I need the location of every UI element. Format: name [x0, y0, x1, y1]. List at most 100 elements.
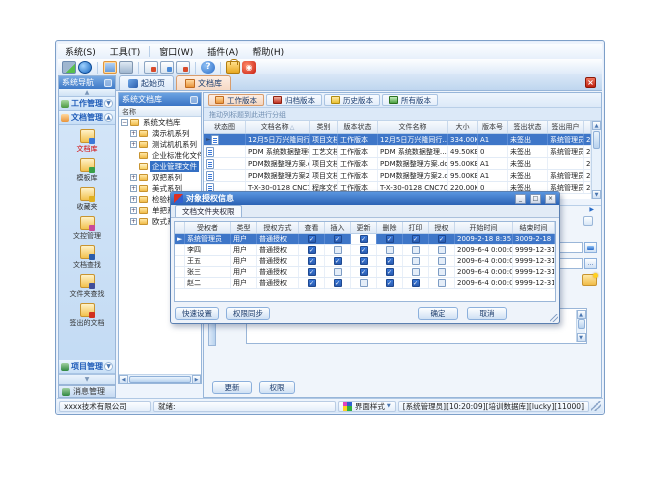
tree-item-1[interactable]: +演示机系列 — [119, 128, 201, 139]
permission-cell[interactable]: ✓ — [299, 278, 325, 288]
lock-icon[interactable] — [226, 61, 240, 74]
permission-cell[interactable]: ✓ — [377, 256, 403, 266]
permission-cell[interactable] — [351, 278, 377, 288]
dialog-column-7[interactable]: 删除 — [377, 222, 403, 233]
expander-icon[interactable]: + — [130, 185, 137, 192]
quick-setup-button[interactable]: 快速设置 — [175, 307, 219, 320]
permission-cell[interactable] — [429, 256, 455, 266]
expander-icon[interactable]: + — [130, 130, 137, 137]
column-header-1[interactable]: 文档名称△ — [246, 121, 310, 133]
pin-icon[interactable] — [104, 79, 112, 87]
dialog-column-10[interactable]: 开始时间 — [455, 222, 513, 233]
menu-item-4[interactable]: 帮助(H) — [245, 44, 291, 59]
sidebar-group-2[interactable]: 项目管理▼ — [59, 360, 115, 374]
scroll-thumb[interactable] — [129, 376, 191, 383]
tree-column-header[interactable]: 名称 — [119, 106, 201, 117]
column-header-0[interactable]: 状态图 — [204, 121, 246, 133]
version-tab-1[interactable]: 归档版本 — [266, 94, 322, 106]
ui-style-selector[interactable]: 界面样式 ▼ — [338, 401, 396, 412]
menu-item-3[interactable]: 插件(A) — [200, 44, 245, 59]
permission-cell[interactable] — [429, 267, 455, 277]
tab-folder-permissions[interactable]: 文档文件夹权限 — [175, 205, 242, 217]
expander-icon[interactable]: + — [130, 207, 137, 214]
scroll-down-icon[interactable]: ▼ — [592, 190, 601, 199]
checkbox-checked[interactable]: ✓ — [438, 235, 446, 243]
dialog-column-5[interactable]: 插入 — [325, 222, 351, 233]
sidebar-group-0[interactable]: 工作管理▼ — [59, 97, 115, 111]
expander-icon[interactable]: + — [130, 196, 137, 203]
version-tab-0[interactable]: 工作版本 — [208, 94, 264, 106]
checkbox-checked[interactable]: ✓ — [360, 246, 368, 254]
expander-icon[interactable]: + — [130, 141, 137, 148]
dialog-column-9[interactable]: 授权 — [429, 222, 455, 233]
sidebar-item-6[interactable]: 签出的文档 — [59, 301, 115, 330]
expander-icon[interactable]: − — [121, 119, 128, 126]
help-icon[interactable]: ? — [201, 61, 215, 74]
column-header-7[interactable]: 签出状态 — [508, 121, 548, 133]
checkbox-unchecked[interactable] — [438, 279, 446, 287]
permission-cell[interactable] — [403, 256, 429, 266]
ellipsis-button[interactable]: … — [584, 258, 597, 269]
checkbox-checked[interactable]: ✓ — [334, 279, 342, 287]
permission-cell[interactable]: ✓ — [299, 256, 325, 266]
exit-icon[interactable]: ◉ — [242, 61, 256, 74]
column-header-2[interactable]: 类别 — [310, 121, 338, 133]
permission-cell[interactable]: ✓ — [299, 234, 325, 244]
checkbox-checked[interactable]: ✓ — [360, 268, 368, 276]
dialog-column-8[interactable]: 打印 — [403, 222, 429, 233]
checkbox-checked[interactable]: ✓ — [386, 279, 394, 287]
mail-new-icon[interactable] — [144, 61, 158, 74]
checkbox-unchecked[interactable] — [412, 257, 420, 265]
scroll-thumb[interactable] — [593, 131, 600, 149]
sidebar-item-messages[interactable]: 消息管理 — [58, 385, 116, 398]
checkbox-checked[interactable]: ✓ — [308, 246, 316, 254]
checkbox-checked[interactable]: ✓ — [360, 257, 368, 265]
checkbox-unchecked[interactable] — [334, 246, 342, 254]
mail-open-icon[interactable] — [160, 61, 174, 74]
column-header-4[interactable]: 文件名称 — [378, 121, 448, 133]
checkbox-unchecked[interactable] — [386, 246, 394, 254]
dialog-column-3[interactable]: 授权方式 — [257, 222, 299, 233]
maximize-icon[interactable]: □ — [530, 194, 541, 204]
dialog-resize-grip[interactable] — [550, 314, 558, 322]
globe-icon[interactable] — [78, 61, 92, 74]
sidebar-item-0[interactable]: 文档库 — [59, 127, 115, 156]
checkbox-checked[interactable]: ✓ — [412, 279, 420, 287]
table-row[interactable]: ►12月5日万兴隆同行…项目文档工作版本12月5日万兴隆同行…334.00KBA… — [204, 134, 591, 146]
checkbox-checked[interactable]: ✓ — [360, 235, 368, 243]
tree-item-2[interactable]: +测试机机系列 — [119, 139, 201, 150]
permission-cell[interactable]: ✓ — [403, 278, 429, 288]
tree-item-0[interactable]: −系统文档库 — [119, 117, 201, 128]
permission-cell[interactable]: ✓ — [351, 234, 377, 244]
permission-cell[interactable]: ✓ — [403, 234, 429, 244]
permission-cell[interactable]: ✓ — [377, 234, 403, 244]
checkbox-unchecked[interactable] — [438, 268, 446, 276]
folder-icon[interactable] — [119, 61, 133, 74]
column-header-3[interactable]: 版本状态 — [338, 121, 378, 133]
scroll-left-icon[interactable]: ◀ — [119, 375, 128, 384]
minimize-icon[interactable]: _ — [515, 194, 526, 204]
column-header-9[interactable] — [584, 121, 591, 133]
scroll-thumb[interactable] — [578, 319, 585, 329]
column-header-8[interactable]: 签出用户 — [548, 121, 584, 133]
tab-doc-library[interactable]: 文档库 — [176, 75, 231, 90]
permission-cell[interactable]: ✓ — [377, 278, 403, 288]
checkbox-unchecked[interactable] — [360, 279, 368, 287]
checkbox-checked[interactable]: ✓ — [308, 257, 316, 265]
table-row[interactable]: PDM数据整理方案.doc项目文档工作版本PDM数据整理方案.doc95.00K… — [204, 158, 591, 170]
dialog-column-2[interactable]: 类型 — [231, 222, 257, 233]
tree-item-3[interactable]: 企业标准化文件 — [119, 150, 201, 161]
dialog-column-1[interactable]: 受权者 — [185, 222, 231, 233]
permission-cell[interactable] — [325, 245, 351, 255]
permission-cell[interactable] — [429, 245, 455, 255]
detail-panel-icon[interactable] — [583, 216, 593, 226]
checkbox-checked[interactable]: ✓ — [308, 268, 316, 276]
checkbox-unchecked[interactable] — [438, 246, 446, 254]
expander-icon[interactable]: + — [130, 174, 137, 181]
sidebar-item-2[interactable]: 收藏夹 — [59, 185, 115, 214]
expander-icon[interactable]: + — [130, 218, 137, 225]
chevron-icon[interactable]: ▲ — [104, 113, 113, 122]
permission-cell[interactable] — [403, 245, 429, 255]
table-row[interactable]: PDM 系统数据整理检…工艺文档工作版本PDM 系统数据整理…49.50KB0未… — [204, 146, 591, 158]
folder-open-icon[interactable] — [103, 61, 117, 74]
